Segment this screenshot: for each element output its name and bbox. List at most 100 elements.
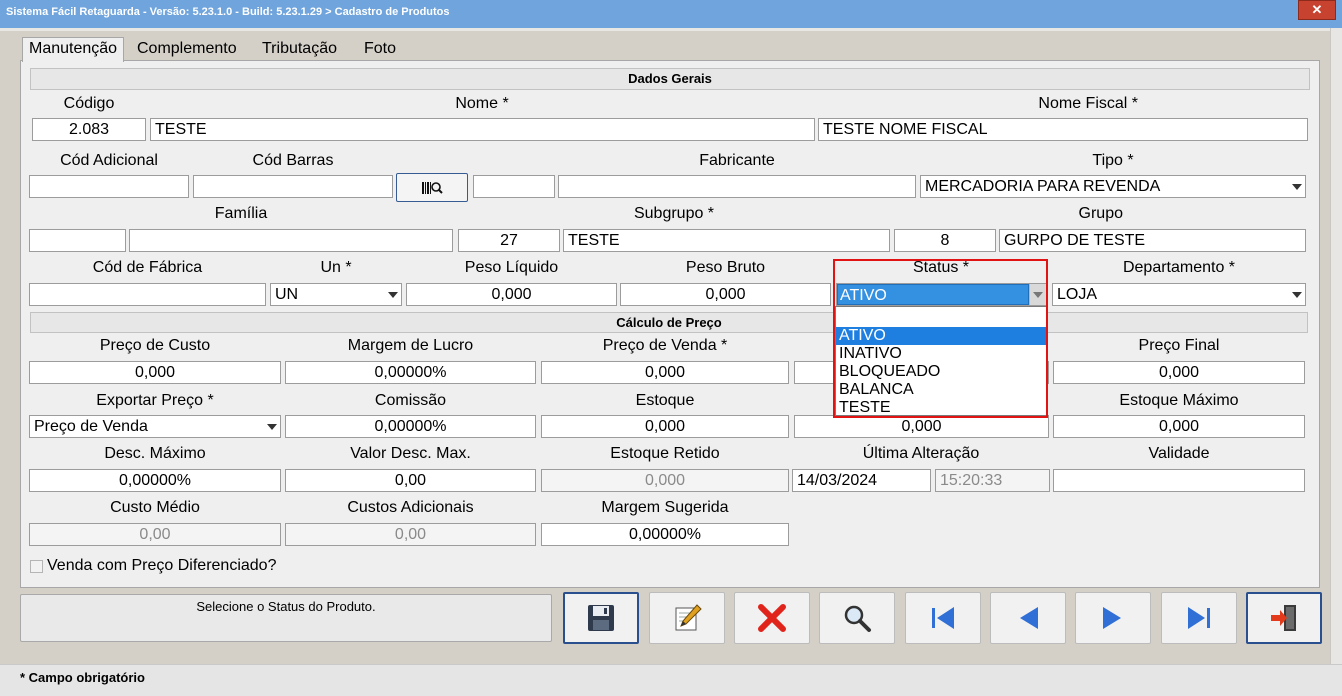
title-bar: Sistema Fácil Retaguarda - Versão: 5.23.… (0, 0, 1342, 28)
label-preco-final: Preço Final (1138, 337, 1220, 354)
magnifier-icon (844, 605, 871, 632)
label-cod-fabrica: Cód de Fábrica (92, 259, 203, 276)
margem-sugerida-field[interactable]: 0,00000% (541, 523, 789, 546)
peso-bruto-field[interactable]: 0,000 (620, 283, 831, 306)
tipo-value: MERCADORIA PARA REVENDA (925, 178, 1161, 195)
exportar-preco-select[interactable]: Preço de Venda (29, 415, 281, 438)
grupo-field[interactable]: GURPO DE TESTE (999, 229, 1306, 252)
desc-maximo-field[interactable]: 0,00000% (29, 469, 281, 492)
label-peso-bruto: Peso Bruto (685, 259, 766, 276)
footer-bar: * Campo obrigatório (0, 664, 1342, 696)
label-estoque-retido: Estoque Retido (610, 445, 720, 462)
preco-custo-field[interactable]: 0,000 (29, 361, 281, 384)
skip-last-icon (1188, 607, 1210, 629)
next-record-button[interactable] (1075, 592, 1151, 644)
chevron-down-icon (267, 424, 277, 430)
delete-button[interactable] (734, 592, 810, 644)
label-nome-fiscal: Nome Fiscal * (1038, 95, 1138, 112)
codigo-field[interactable]: 2.083 (32, 118, 146, 141)
preco-venda-field[interactable]: 0,000 (541, 361, 789, 384)
label-custo-medio: Custo Médio (110, 499, 200, 516)
close-window-button[interactable]: ✕ (1298, 0, 1336, 20)
frame-top-border (0, 28, 1342, 31)
subgrupo-codigo-field[interactable]: 27 (458, 229, 560, 252)
label-comissao: Comissão (374, 392, 447, 409)
label-cod-adicional: Cód Adicional (60, 152, 158, 169)
label-validade: Validade (1148, 445, 1210, 462)
grupo-codigo-field[interactable]: 8 (894, 229, 996, 252)
exit-button[interactable] (1246, 592, 1322, 644)
margem-lucro-field[interactable]: 0,00000% (285, 361, 536, 384)
barcode-search-button[interactable] (396, 173, 468, 202)
nome-fiscal-field[interactable]: TESTE NOME FISCAL (818, 118, 1308, 141)
label-estoque-maximo: Estoque Máximo (1119, 392, 1239, 409)
un-select[interactable]: UN (270, 283, 402, 306)
status-message: Selecione o Status do Produto. (196, 599, 376, 614)
fabricante-codigo-field[interactable] (473, 175, 555, 198)
label-fabricante: Fabricante (699, 152, 775, 169)
peso-liquido-field[interactable]: 0,000 (406, 283, 617, 306)
label-valor-desc-max: Valor Desc. Max. (350, 445, 471, 462)
familia-codigo-field[interactable] (29, 229, 126, 252)
label-subgrupo: Subgrupo * (633, 205, 715, 222)
subgrupo-field[interactable]: TESTE (563, 229, 890, 252)
estoque-retido-field: 0,000 (541, 469, 789, 492)
edit-pencil-icon (675, 604, 702, 631)
nome-field[interactable]: TESTE (150, 118, 815, 141)
cod-barras-field[interactable] (193, 175, 393, 198)
label-desc-maximo: Desc. Máximo (104, 445, 206, 462)
red-x-icon (758, 604, 786, 632)
section-dados-gerais: Dados Gerais (30, 68, 1310, 90)
departamento-select[interactable]: LOJA (1052, 283, 1306, 306)
venda-diferenciado-label: Venda com Preço Diferenciado? (47, 557, 277, 574)
label-nome: Nome * (455, 95, 509, 112)
estoque-field[interactable]: 0,000 (541, 415, 789, 438)
estoque-maximo-field[interactable]: 0,000 (1053, 415, 1305, 438)
estoque-minimo-field[interactable]: 0,000 (794, 415, 1049, 438)
fabricante-field[interactable] (558, 175, 916, 198)
cod-fabrica-field[interactable] (29, 283, 266, 306)
required-field-note: * Campo obrigatório (20, 670, 145, 685)
label-ultima-alteracao: Última Alteração (862, 445, 980, 462)
label-preco-custo: Preço de Custo (99, 337, 211, 354)
arrow-right-icon (1103, 607, 1121, 629)
save-button[interactable] (563, 592, 639, 644)
previous-record-button[interactable] (990, 592, 1066, 644)
label-familia: Família (214, 205, 268, 222)
preco-final-field[interactable]: 0,000 (1053, 361, 1305, 384)
comissao-field[interactable]: 0,00000% (285, 415, 536, 438)
skip-first-icon (932, 607, 954, 629)
familia-field[interactable] (129, 229, 453, 252)
label-preco-venda: Preço de Venda * (602, 337, 728, 354)
window-right-edge (1330, 28, 1342, 668)
window-title: Sistema Fácil Retaguarda - Versão: 5.23.… (6, 6, 450, 18)
arrow-left-icon (1020, 607, 1038, 629)
section-calculo-preco: Cálculo de Preço (30, 312, 1308, 333)
label-exportar-preco: Exportar Preço * (96, 392, 214, 409)
label-un: Un * (320, 259, 352, 276)
tab-manutencao[interactable]: Manutenção (22, 37, 125, 62)
search-button[interactable] (819, 592, 895, 644)
valor-desc-max-field[interactable]: 0,00 (285, 469, 536, 492)
exportar-preco-value: Preço de Venda (34, 418, 148, 435)
label-peso-liquido: Peso Líquido (464, 259, 559, 276)
custos-adicionais-field: 0,00 (285, 523, 536, 546)
departamento-value: LOJA (1057, 286, 1098, 303)
label-margem-sugerida: Margem Sugerida (601, 499, 729, 516)
label-grupo: Grupo (1078, 205, 1123, 222)
custo-medio-field: 0,00 (29, 523, 281, 546)
exit-door-icon (1271, 605, 1296, 631)
edit-button[interactable] (649, 592, 725, 644)
highlight-box (833, 259, 1048, 418)
last-record-button[interactable] (1161, 592, 1237, 644)
label-tipo: Tipo * (1092, 152, 1134, 169)
venda-diferenciado-checkbox[interactable] (30, 560, 43, 573)
un-value: UN (275, 286, 299, 303)
chevron-down-icon (1292, 292, 1302, 298)
status-message-box: Selecione o Status do Produto. (20, 594, 552, 642)
validade-field[interactable] (1053, 469, 1305, 492)
first-record-button[interactable] (905, 592, 981, 644)
label-margem-lucro: Margem de Lucro (347, 337, 474, 354)
cod-adicional-field[interactable] (29, 175, 189, 198)
tipo-select[interactable]: MERCADORIA PARA REVENDA (920, 175, 1306, 198)
